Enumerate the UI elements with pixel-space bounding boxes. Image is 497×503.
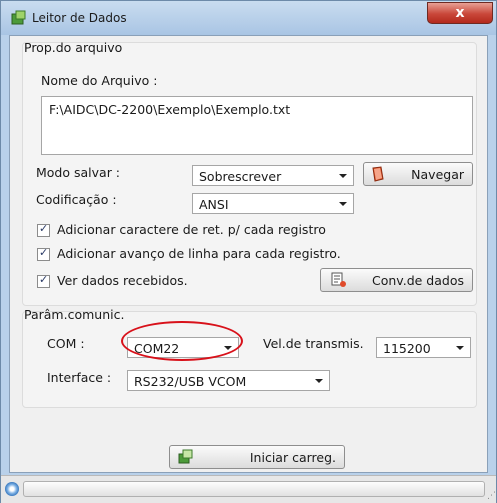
filename-label: Nome do Arquivo : xyxy=(41,73,158,88)
highlight-ring xyxy=(121,321,243,361)
interface-select[interactable]: RS232/USB VCOM xyxy=(127,370,330,391)
comm-params-group xyxy=(22,311,477,408)
convert-icon xyxy=(331,272,346,287)
baud-rate-value: 115200 xyxy=(383,341,431,356)
save-mode-value: Sobrescrever xyxy=(199,169,282,184)
folder-icon xyxy=(372,166,384,182)
chevron-down-icon xyxy=(315,379,323,383)
convert-data-label: Conv.de dados xyxy=(372,273,464,288)
title-bar: Leitor de Dados x xyxy=(1,1,496,35)
baud-rate-label: Vel.de transmis. xyxy=(263,336,364,351)
start-upload-label: Iniciar carreg. xyxy=(249,450,336,465)
main-panel: Prop.do arquivo Nome do Arquivo : F:\AID… xyxy=(9,35,488,473)
comm-group-title: Parâm.comunic. xyxy=(24,307,125,322)
chevron-down-icon xyxy=(339,202,347,206)
status-bar: ⋰ xyxy=(1,475,496,503)
file-group-title: Prop.do arquivo xyxy=(24,40,123,55)
browse-button[interactable]: Navegar xyxy=(363,162,473,186)
chevron-down-icon xyxy=(456,346,464,350)
interface-value: RS232/USB VCOM xyxy=(134,374,247,389)
browse-label: Navegar xyxy=(411,167,464,182)
line-feed-label: Adicionar avanço de linha para cada regi… xyxy=(57,246,341,261)
save-mode-label: Modo salvar : xyxy=(36,165,121,180)
encoding-label: Codificação : xyxy=(36,192,117,207)
progress-bar xyxy=(23,481,485,497)
filename-field[interactable]: F:\AIDC\DC-2200\Exemplo\Exemplo.txt xyxy=(41,96,473,155)
window-title: Leitor de Dados xyxy=(32,11,127,25)
carriage-return-label: Adicionar caractere de ret. p/ cada regi… xyxy=(57,222,326,237)
view-data-checkbox[interactable] xyxy=(37,273,50,288)
encoding-value: ANSI xyxy=(199,197,229,212)
filename-value: F:\AIDC\DC-2200\Exemplo\Exemplo.txt xyxy=(49,102,291,117)
start-upload-button[interactable]: Iniciar carreg. xyxy=(169,445,345,469)
baud-rate-select[interactable]: 115200 xyxy=(376,337,471,358)
upload-icon xyxy=(178,449,193,464)
encoding-select[interactable]: ANSI xyxy=(192,193,354,214)
close-button[interactable]: x xyxy=(427,2,493,24)
app-icon xyxy=(11,10,26,25)
com-label: COM : xyxy=(47,336,85,351)
status-icon xyxy=(5,482,19,496)
interface-label: Interface : xyxy=(47,370,112,385)
resize-grip-icon[interactable]: ⋰ xyxy=(487,491,496,501)
chevron-down-icon xyxy=(339,174,347,178)
carriage-return-checkbox[interactable] xyxy=(37,222,50,237)
app-window: Leitor de Dados x Prop.do arquivo Nome d… xyxy=(0,0,497,503)
line-feed-checkbox[interactable] xyxy=(37,246,50,261)
view-data-label: Ver dados recebidos. xyxy=(57,273,188,288)
convert-data-button[interactable]: Conv.de dados xyxy=(320,268,473,292)
save-mode-select[interactable]: Sobrescrever xyxy=(192,165,354,186)
